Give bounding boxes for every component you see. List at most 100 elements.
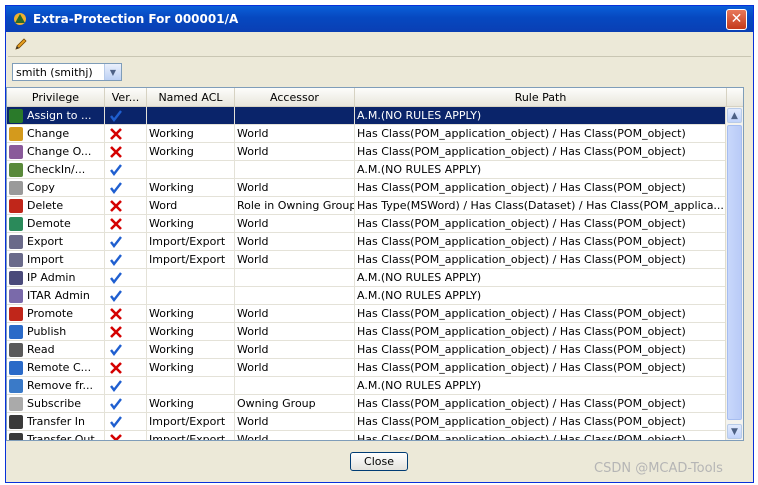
table-row[interactable]: Change O... Working World Has Class(POM_app… (7, 143, 727, 161)
accessor-cell: World (235, 125, 355, 142)
privilege-cell: Subscribe (7, 395, 105, 412)
privilege-cell: Copy (7, 179, 105, 196)
accessor-cell: World (235, 233, 355, 250)
named-acl-cell: Import/Export (147, 431, 235, 440)
cross-icon (109, 145, 123, 159)
column-header-accessor[interactable]: Accessor (235, 88, 355, 106)
rule-path-cell: Has Class(POM_application_object) / Has … (355, 395, 727, 412)
vertical-scrollbar[interactable]: ▲ ▼ (725, 107, 743, 440)
named-acl-cell (147, 287, 235, 304)
named-acl-cell (147, 107, 235, 124)
remove-from-icon (9, 378, 23, 393)
privilege-cell: Assign to ... (7, 107, 105, 124)
column-header-named-acl[interactable]: Named ACL (147, 88, 235, 106)
table-row[interactable]: Assign to ... A.M.(NO RULES APPLY) (7, 107, 727, 125)
pencil-icon[interactable] (14, 37, 28, 51)
transfer-out-icon (9, 432, 23, 440)
table-row[interactable]: Delete Word Role in Owning Group Has Type(M… (7, 197, 727, 215)
table-row[interactable]: Promote Working World Has Class(POM_applica… (7, 305, 727, 323)
verdict-cell (105, 323, 147, 340)
table-row[interactable]: Transfer Out Import/Export World Has Class(… (7, 431, 727, 440)
named-acl-cell: Working (147, 341, 235, 358)
table-row[interactable]: Subscribe Working Owning Group Has Class(PO… (7, 395, 727, 413)
scrollbar-thumb[interactable] (727, 125, 742, 420)
table-row[interactable]: Export Import/Export World Has Class(POM_ap… (7, 233, 727, 251)
check-icon (109, 397, 123, 411)
named-acl-cell: Import/Export (147, 251, 235, 268)
check-icon (109, 343, 123, 357)
close-button[interactable]: Close (350, 452, 408, 471)
table-row[interactable]: CheckIn/... A.M.(NO RULES APPLY) (7, 161, 727, 179)
rule-path-cell: Has Class(POM_application_object) / Has … (355, 323, 727, 340)
table-row[interactable]: Change Working World Has Class(POM_applicat… (7, 125, 727, 143)
named-acl-cell: Working (147, 305, 235, 322)
privilege-cell: Remote C... (7, 359, 105, 376)
privilege-label: Demote (27, 217, 71, 230)
accessor-cell (235, 107, 355, 124)
accessor-cell: World (235, 251, 355, 268)
privilege-label: Read (27, 343, 55, 356)
accessor-cell: World (235, 143, 355, 160)
copy-icon (9, 180, 23, 195)
title-bar[interactable]: Extra-Protection For 000001/A ✕ (6, 6, 753, 32)
rule-path-cell: Has Class(POM_application_object) / Has … (355, 125, 727, 142)
table-row[interactable]: Remote C... Working World Has Class(POM_app… (7, 359, 727, 377)
toolbar (6, 32, 753, 56)
cross-icon (109, 217, 123, 231)
change-owner-icon (9, 144, 23, 159)
column-header-verdict[interactable]: Ver... (105, 88, 147, 106)
check-icon (109, 415, 123, 429)
rule-path-cell: A.M.(NO RULES APPLY) (355, 269, 727, 286)
rule-path-cell: Has Class(POM_application_object) / Has … (355, 305, 727, 322)
table-row[interactable]: Publish Working World Has Class(POM_applica… (7, 323, 727, 341)
table-row[interactable]: Transfer In Import/Export World Has Class(P… (7, 413, 727, 431)
demote-icon (9, 216, 23, 231)
privilege-label: CheckIn/... (27, 163, 86, 176)
named-acl-cell: Working (147, 359, 235, 376)
accessor-cell: Role in Owning Group (237, 197, 355, 214)
checkin-icon (9, 162, 23, 177)
table-row[interactable]: Copy Working World Has Class(POM_applicatio… (7, 179, 727, 197)
column-header-rule-path[interactable]: Rule Path (355, 88, 727, 106)
named-acl-cell: Import/Export (147, 233, 235, 250)
rule-path-cell: Has Class(POM_application_object) / Has … (355, 215, 727, 232)
accessor-cell: World (235, 179, 355, 196)
privilege-cell: ITAR Admin (7, 287, 105, 304)
named-acl-cell (147, 377, 235, 394)
privilege-label: ITAR Admin (27, 289, 90, 302)
itar-admin-icon (9, 288, 23, 303)
change-icon (9, 126, 23, 141)
user-selector[interactable]: smith (smithj) ▼ (12, 63, 122, 81)
table-row[interactable]: Import Import/Export World Has Class(POM_ap… (7, 251, 727, 269)
table-row[interactable]: Read Working World Has Class(POM_applicatio… (7, 341, 727, 359)
check-icon (109, 181, 123, 195)
privilege-cell: Change O... (7, 143, 105, 160)
privilege-label: Publish (27, 325, 67, 338)
chevron-down-icon[interactable]: ▼ (104, 64, 121, 80)
table-row[interactable]: Demote Working World Has Class(POM_applicat… (7, 215, 727, 233)
user-selector-value: smith (smithj) (16, 65, 93, 79)
read-icon (9, 342, 23, 357)
rule-path-cell: Has Class(POM_application_object) / Has … (355, 143, 727, 160)
delete-icon (9, 198, 23, 213)
privilege-cell: Remove fr... (7, 377, 105, 394)
window-close-button[interactable]: ✕ (726, 8, 747, 30)
table-row[interactable]: Remove fr... A.M.(NO RULES APPLY) (7, 377, 727, 395)
rule-path-cell: A.M.(NO RULES APPLY) (355, 287, 727, 304)
ip-admin-icon (9, 270, 23, 285)
privilege-cell: Demote (7, 215, 105, 232)
verdict-cell (105, 377, 147, 394)
accessor-cell (235, 287, 355, 304)
column-header-privilege[interactable]: Privilege (7, 88, 105, 106)
table-row[interactable]: IP Admin A.M.(NO RULES APPLY) (7, 269, 727, 287)
table-row[interactable]: ITAR Admin A.M.(NO RULES APPLY) (7, 287, 727, 305)
accessor-cell: World (235, 431, 355, 440)
named-acl-cell: Word (147, 197, 235, 214)
accessor-cell: World (235, 413, 355, 430)
verdict-cell (105, 305, 147, 322)
privilege-cell: Read (7, 341, 105, 358)
transfer-in-icon (9, 414, 23, 429)
privilege-label: Transfer In (27, 415, 85, 428)
scroll-down-icon[interactable]: ▼ (727, 424, 742, 439)
scroll-up-icon[interactable]: ▲ (727, 108, 742, 123)
